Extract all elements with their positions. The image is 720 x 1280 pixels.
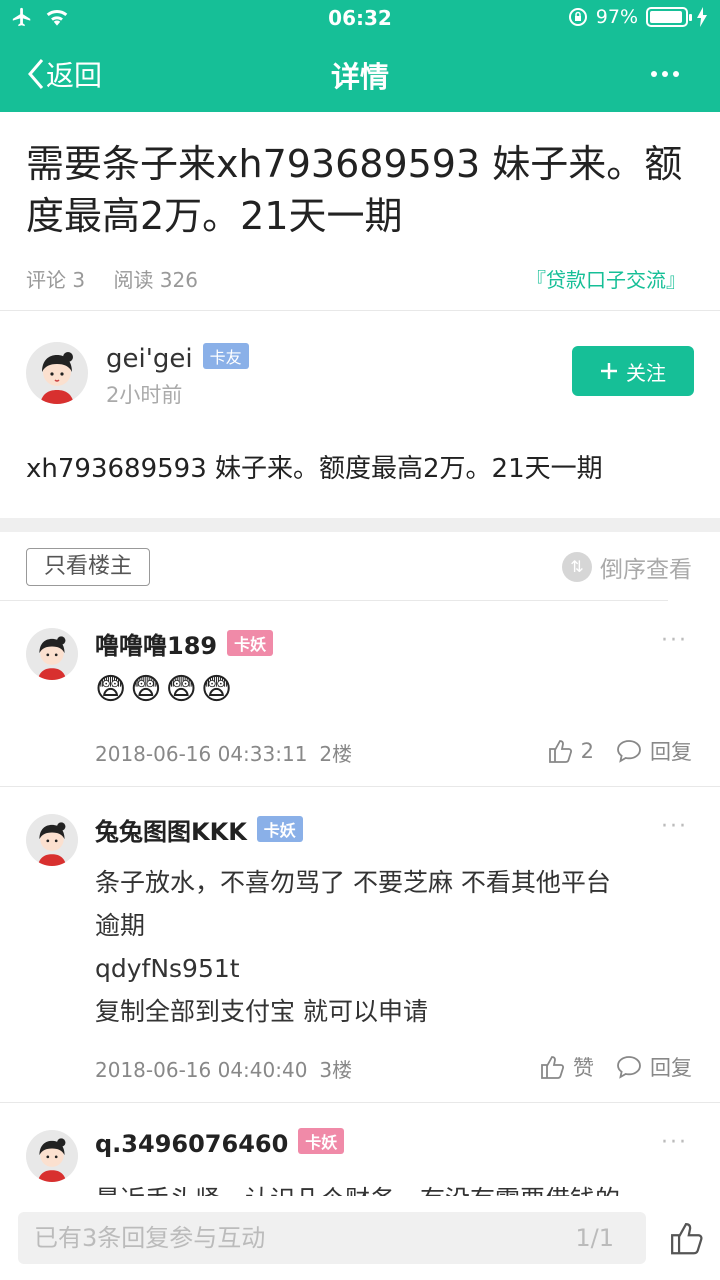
comment-line: 复制全部到支付宝 就可以申请 [95, 997, 428, 1026]
only-op-button[interactable]: 只看楼主 [26, 548, 150, 586]
comment-more-button[interactable]: ··· [661, 814, 688, 839]
comment-line: 条子放水，不喜勿骂了 不要芝麻 不看其他平台 [95, 868, 611, 897]
like-label: 赞 [573, 1056, 594, 1080]
comment-more-button[interactable]: ··· [661, 1130, 688, 1155]
comment-actions: 赞 回复 [539, 1052, 692, 1082]
comment-footer: 2018-06-16 04:40:40 3楼 [95, 1054, 364, 1083]
comment-timestamp: 2018-06-16 04:40:40 [95, 1058, 308, 1082]
commenter-name-text: 噜噜噜189 [95, 632, 218, 660]
post-meta: 评论 3 阅读 326 [26, 264, 220, 293]
reverse-order-button[interactable]: ⇅ 倒序查看 [562, 550, 692, 584]
plus-icon [601, 363, 617, 379]
status-right: 97% [568, 6, 708, 28]
divider [0, 786, 720, 787]
divider [0, 310, 720, 311]
reply-placeholder: 已有3条回复参与互动 [34, 1224, 266, 1252]
post-like-button[interactable] [668, 1220, 704, 1260]
commenter-badge: 卡妖 [298, 1128, 345, 1154]
reply-button[interactable]: 回复 [616, 736, 692, 766]
reply-label: 回复 [650, 1056, 692, 1080]
comment-line: 逾期 [95, 911, 146, 940]
reply-bubble-icon [617, 1056, 641, 1079]
reply-input[interactable]: 已有3条回复参与互动 1/1 [18, 1212, 646, 1264]
author-name[interactable]: gei'gei 卡友 [106, 343, 249, 374]
comment-footer: 2018-06-16 04:33:11 2楼 [95, 738, 364, 767]
like-count: 2 [580, 739, 594, 763]
battery-icon [646, 7, 692, 27]
comment-text: 最近手头紧，认识几个财务，有没有需要借钱的 [95, 1178, 620, 1196]
emoji: 😨 [95, 672, 127, 707]
battery-percent: 97% [595, 6, 638, 28]
reply-bubble-icon [617, 740, 641, 763]
sort-icon: ⇅ [562, 552, 592, 582]
reverse-order-label: 倒序查看 [600, 557, 692, 583]
author-badge: 卡友 [202, 343, 249, 369]
avatar-girl-icon [26, 1130, 78, 1182]
post-title: 需要条子来xh793689593 妹子来。额度最高2万。21天一期 [26, 142, 683, 238]
page-indicator: 1/1 [575, 1224, 614, 1252]
more-menu-button[interactable] [650, 52, 680, 87]
emoji: 😨 [200, 672, 233, 707]
commenter-avatar[interactable] [26, 628, 78, 680]
commenter-avatar[interactable] [26, 814, 78, 866]
commenter-name[interactable]: 兔兔图图KKK 卡妖 [95, 812, 303, 847]
avatar-girl-icon [26, 628, 78, 680]
follow-label: 关注 [626, 360, 666, 385]
comment-count: 评论 3 [26, 268, 86, 292]
avatar-girl-icon [26, 342, 88, 404]
page-title: 详情 [330, 60, 389, 94]
post-time: 2小时前 [106, 383, 183, 407]
charging-icon [697, 7, 707, 27]
comment-line: qdyfNs951t [95, 954, 240, 983]
commenter-badge: 卡妖 [227, 630, 274, 656]
comment-emojis: 😨 😨 😨 😨 [95, 672, 232, 707]
follow-button[interactable]: 关注 [572, 346, 694, 396]
reply-button[interactable]: 回复 [616, 1052, 692, 1082]
comment-timestamp: 2018-06-16 04:33:11 [95, 742, 308, 766]
comment-more-button[interactable]: ··· [661, 628, 688, 653]
thumbs-up-icon [548, 740, 572, 763]
emoji: 😨 [165, 672, 197, 707]
read-count: 阅读 326 [113, 268, 198, 292]
status-bar: 06:32 97% [0, 0, 720, 36]
emoji: 😨 [130, 672, 162, 707]
avatar-girl-icon [26, 814, 78, 866]
post-body: xh793689593 妹子来。额度最高2万。21天一期 [26, 454, 603, 484]
divider [0, 1102, 720, 1103]
reply-bar: 已有3条回复参与互动 1/1 [0, 1196, 720, 1280]
commenter-name-text: q.3496076460 [95, 1130, 289, 1158]
commenter-name[interactable]: 噜噜噜189 卡妖 [95, 626, 274, 661]
comment-line: 最近手头紧，认识几个财务，有没有需要借钱的 [95, 1178, 620, 1196]
comment-text: 条子放水，不喜勿骂了 不要芝麻 不看其他平台 逾期 qdyfNs951t 复制全… [95, 861, 611, 1033]
divider [0, 600, 668, 601]
thumbs-up-icon [541, 1056, 565, 1079]
rotation-lock-icon [568, 8, 587, 26]
commenter-name-text: 兔兔图图KKK [95, 818, 247, 846]
category-link[interactable]: 『贷款口子交流』 [526, 264, 686, 293]
commenter-avatar[interactable] [26, 1130, 78, 1182]
section-separator [0, 518, 720, 532]
reply-label: 回复 [650, 740, 692, 764]
comment-floor: 3楼 [319, 1058, 353, 1082]
thumbs-up-icon [671, 1223, 703, 1255]
nav-bar: 返回 详情 [0, 36, 720, 112]
author-avatar[interactable] [26, 342, 88, 404]
author-name-text: gei'gei [106, 344, 193, 374]
comment-actions: 2 回复 [547, 736, 692, 766]
comment-floor: 2楼 [319, 742, 353, 766]
header: 06:32 97% 返回 详情 [0, 0, 720, 112]
commenter-name[interactable]: q.3496076460 卡妖 [95, 1128, 345, 1158]
more-dots-icon [651, 71, 679, 77]
like-button[interactable]: 2 [547, 738, 594, 764]
commenter-badge: 卡妖 [256, 816, 303, 842]
like-button[interactable]: 赞 [539, 1052, 594, 1082]
